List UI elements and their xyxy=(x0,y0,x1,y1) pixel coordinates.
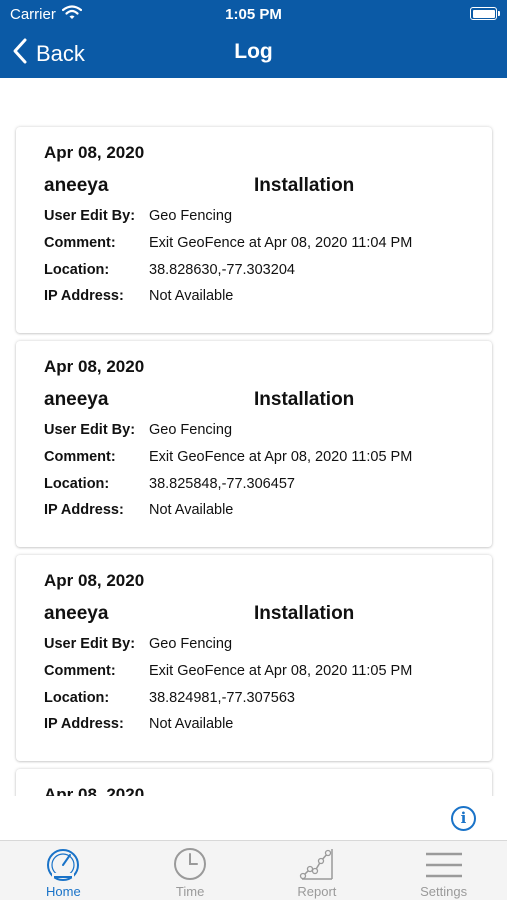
tab-label: Time xyxy=(175,884,205,899)
navigation-bar: Back Log xyxy=(0,28,507,78)
tab-label: Report xyxy=(297,884,337,899)
info-icon[interactable]: i xyxy=(451,806,476,831)
user-edit-by-value: Geo Fencing xyxy=(149,636,233,652)
ip-address-value: Not Available xyxy=(149,288,234,304)
log-card: Apr 08, 2020 aneeya Installation User Ed… xyxy=(16,127,492,333)
back-label: Back xyxy=(36,40,85,66)
tab-label: Home xyxy=(46,884,81,899)
hamburger-menu-icon xyxy=(424,846,464,882)
user-edit-by-label: User Edit By: xyxy=(44,636,136,652)
log-category: Installation xyxy=(254,175,355,196)
tab-settings[interactable]: Settings xyxy=(380,841,507,900)
ip-address-value: Not Available xyxy=(149,716,234,732)
location-value: 38.828630,-77.303204 xyxy=(149,262,295,278)
log-list[interactable]: Apr 08, 2020 aneeya Installation User Ed… xyxy=(0,78,507,796)
log-date: Apr 08, 2020 xyxy=(44,357,145,376)
status-bar: Carrier 1:05 PM xyxy=(0,0,507,28)
comment-value: Exit GeoFence at Apr 08, 2020 11:04 PM xyxy=(149,235,413,251)
user-edit-by-value: Geo Fencing xyxy=(149,422,233,438)
ip-address-label: IP Address: xyxy=(44,502,124,518)
battery-icon xyxy=(470,7,500,20)
location-row: Location: 38.825848,-77.306457 xyxy=(44,476,295,492)
user-edit-by-row: User Edit By: Geo Fencing xyxy=(44,636,232,652)
log-date: Apr 08, 2020 xyxy=(44,571,145,590)
line-chart-icon xyxy=(297,846,337,882)
user-edit-by-row: User Edit By: Geo Fencing xyxy=(44,208,232,224)
location-row: Location: 38.824981,-77.307563 xyxy=(44,690,295,706)
user-edit-by-row: User Edit By: Geo Fencing xyxy=(44,422,232,438)
user-edit-by-value: Geo Fencing xyxy=(149,208,233,224)
log-card: Apr 08, 2020 aneeya Installation User Ed… xyxy=(16,555,492,761)
location-row: Location: 38.828630,-77.303204 xyxy=(44,262,295,278)
ip-address-label: IP Address: xyxy=(44,716,124,732)
ip-address-value: Not Available xyxy=(149,502,234,518)
user-edit-by-label: User Edit By: xyxy=(44,208,136,224)
comment-label: Comment: xyxy=(44,663,116,679)
log-category: Installation xyxy=(254,603,355,624)
log-user: aneeya xyxy=(44,175,109,196)
log-date: Apr 08, 2020 xyxy=(44,785,145,796)
tab-home[interactable]: Home xyxy=(0,841,127,900)
log-user: aneeya xyxy=(44,389,109,410)
ip-address-row: IP Address: Not Available xyxy=(44,502,233,518)
location-label: Location: xyxy=(44,262,110,278)
log-user: aneeya xyxy=(44,603,109,624)
tab-report[interactable]: Report xyxy=(254,841,381,900)
status-time: 1:05 PM xyxy=(225,6,282,23)
comment-value: Exit GeoFence at Apr 08, 2020 11:05 PM xyxy=(149,663,413,679)
clock-icon xyxy=(170,846,210,882)
location-value: 38.824981,-77.307563 xyxy=(149,690,295,706)
speedometer-icon xyxy=(43,846,83,882)
tab-bar: Home Time Report Settings xyxy=(0,840,507,900)
comment-row: Comment: Exit GeoFence at Apr 08, 2020 11… xyxy=(44,235,412,251)
comment-value: Exit GeoFence at Apr 08, 2020 11:05 PM xyxy=(149,449,413,465)
user-edit-by-label: User Edit By: xyxy=(44,422,136,438)
location-value: 38.825848,-77.306457 xyxy=(149,476,295,492)
chevron-left-icon xyxy=(12,37,28,70)
comment-row: Comment: Exit GeoFence at Apr 08, 2020 11… xyxy=(44,449,412,465)
tab-time[interactable]: Time xyxy=(127,841,254,900)
log-card: Apr 08, 2020 xyxy=(16,769,492,796)
location-label: Location: xyxy=(44,476,110,492)
ip-address-row: IP Address: Not Available xyxy=(44,288,233,304)
comment-label: Comment: xyxy=(44,449,116,465)
ip-address-row: IP Address: Not Available xyxy=(44,716,233,732)
comment-row: Comment: Exit GeoFence at Apr 08, 2020 11… xyxy=(44,663,412,679)
log-category: Installation xyxy=(254,389,355,410)
ip-address-label: IP Address: xyxy=(44,288,124,304)
back-button[interactable]: Back xyxy=(12,37,85,70)
tab-label: Settings xyxy=(420,884,468,899)
log-card: Apr 08, 2020 aneeya Installation User Ed… xyxy=(16,341,492,547)
location-label: Location: xyxy=(44,690,110,706)
log-date: Apr 08, 2020 xyxy=(44,143,145,162)
comment-label: Comment: xyxy=(44,235,116,251)
